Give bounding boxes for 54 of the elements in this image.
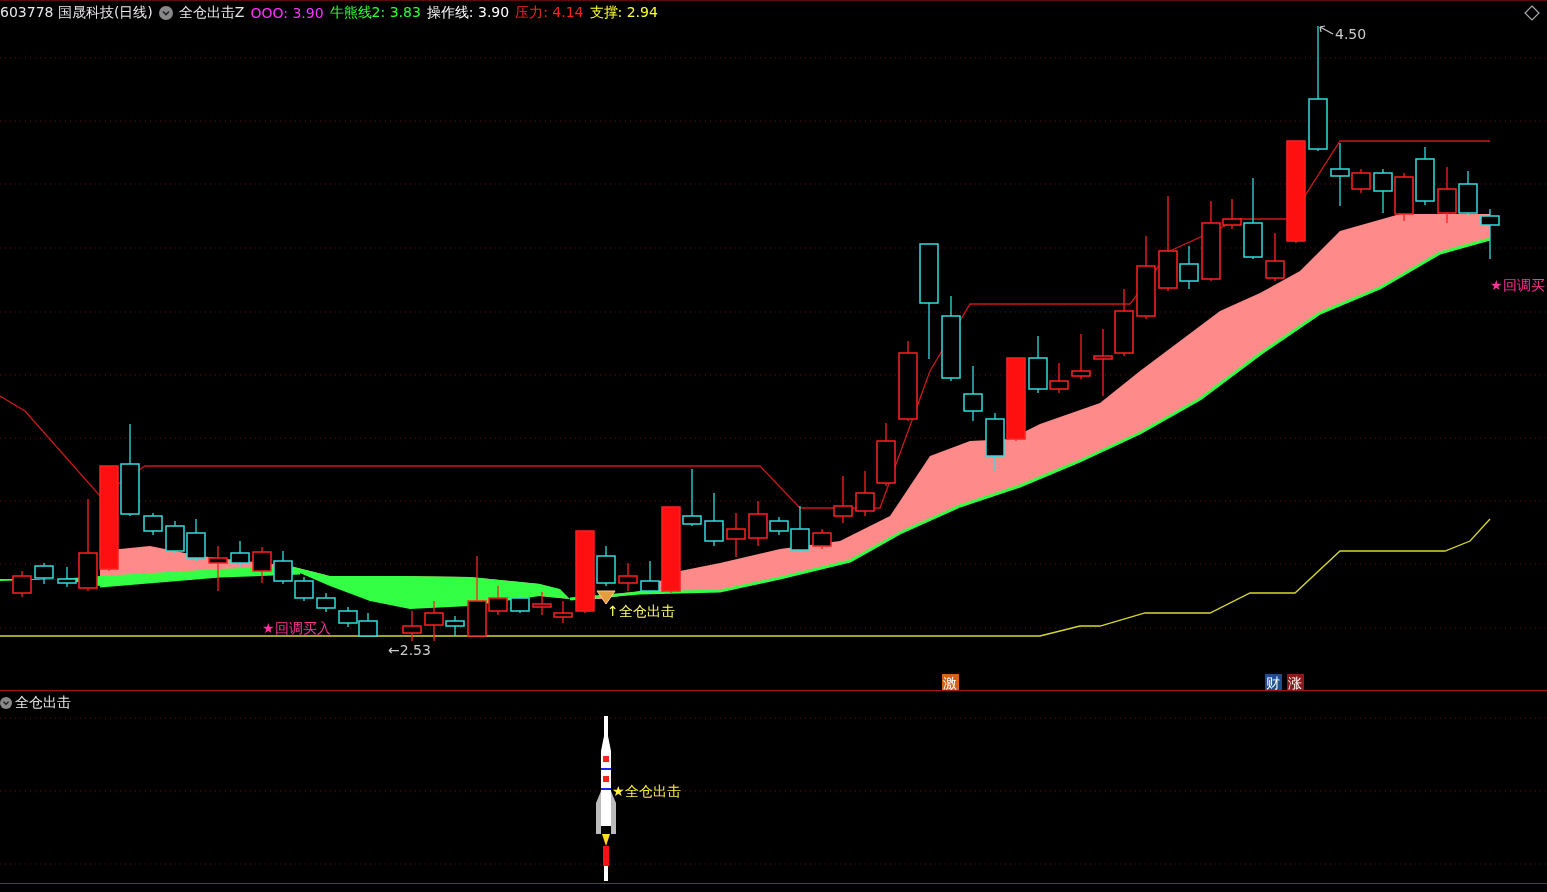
candlestick <box>553 600 573 624</box>
candlestick <box>402 610 422 642</box>
candlestick <box>208 545 228 592</box>
indicator-value: OOO: 3.90 <box>250 5 324 21</box>
signal-label: ★回调买入 <box>262 620 331 636</box>
chevron-icon[interactable] <box>0 697 12 709</box>
panel-title: 全仓出击 <box>15 694 71 712</box>
candlestick <box>1093 328 1113 397</box>
stock-title: 603778 国晟科技(日线) <box>0 4 153 22</box>
candlestick <box>1480 208 1500 260</box>
candlestick <box>726 512 746 558</box>
indicator-name: 全仓出击Z <box>178 4 245 22</box>
candlestick <box>186 518 206 562</box>
candlestick <box>812 528 832 550</box>
candlestick <box>1394 172 1414 222</box>
candlestick <box>876 422 896 487</box>
indicator-value: 操作线: 3.90 <box>426 4 510 22</box>
diamond-icon <box>1524 5 1540 21</box>
candlestick <box>273 550 293 585</box>
candlestick <box>532 591 552 616</box>
low-price-label: ←2.53 <box>388 642 431 658</box>
gem-icon <box>596 590 616 605</box>
candlestick <box>230 540 250 568</box>
candlestick <box>833 475 853 524</box>
indicator-value: 支撑: 2.94 <box>589 4 658 22</box>
candlestick <box>12 570 32 598</box>
candlestick <box>855 470 875 517</box>
candlestick <box>985 412 1005 472</box>
candlestick <box>294 576 314 602</box>
candlestick <box>510 594 530 614</box>
candlestick <box>963 365 983 422</box>
signal-label: ★全仓出击 <box>612 783 681 799</box>
candlestick <box>316 592 336 613</box>
arrow-icon <box>1319 25 1334 35</box>
candlestick <box>1114 288 1134 357</box>
indicator-value: 压力: 4.14 <box>515 4 584 22</box>
candlestick <box>252 546 272 584</box>
candlestick <box>358 612 378 638</box>
candlestick <box>34 562 54 585</box>
chevron-icon[interactable] <box>158 6 173 20</box>
candlestick <box>1373 168 1393 214</box>
candlestick <box>143 512 163 536</box>
candlestick <box>1458 170 1478 216</box>
candlestick <box>704 492 724 547</box>
candlestick <box>338 606 358 628</box>
signal-label: ★回调买 <box>1490 277 1545 293</box>
high-price-label: 4.50 <box>1335 26 1367 42</box>
signal-label: ↑全仓出击 <box>607 603 675 619</box>
candlestick <box>618 562 638 592</box>
candlestick <box>1415 146 1435 206</box>
candlestick <box>1437 166 1457 224</box>
candlestick <box>1071 333 1091 380</box>
indicator-value: 牛熊线2: 3.83 <box>329 4 421 22</box>
candlestick <box>165 520 185 555</box>
